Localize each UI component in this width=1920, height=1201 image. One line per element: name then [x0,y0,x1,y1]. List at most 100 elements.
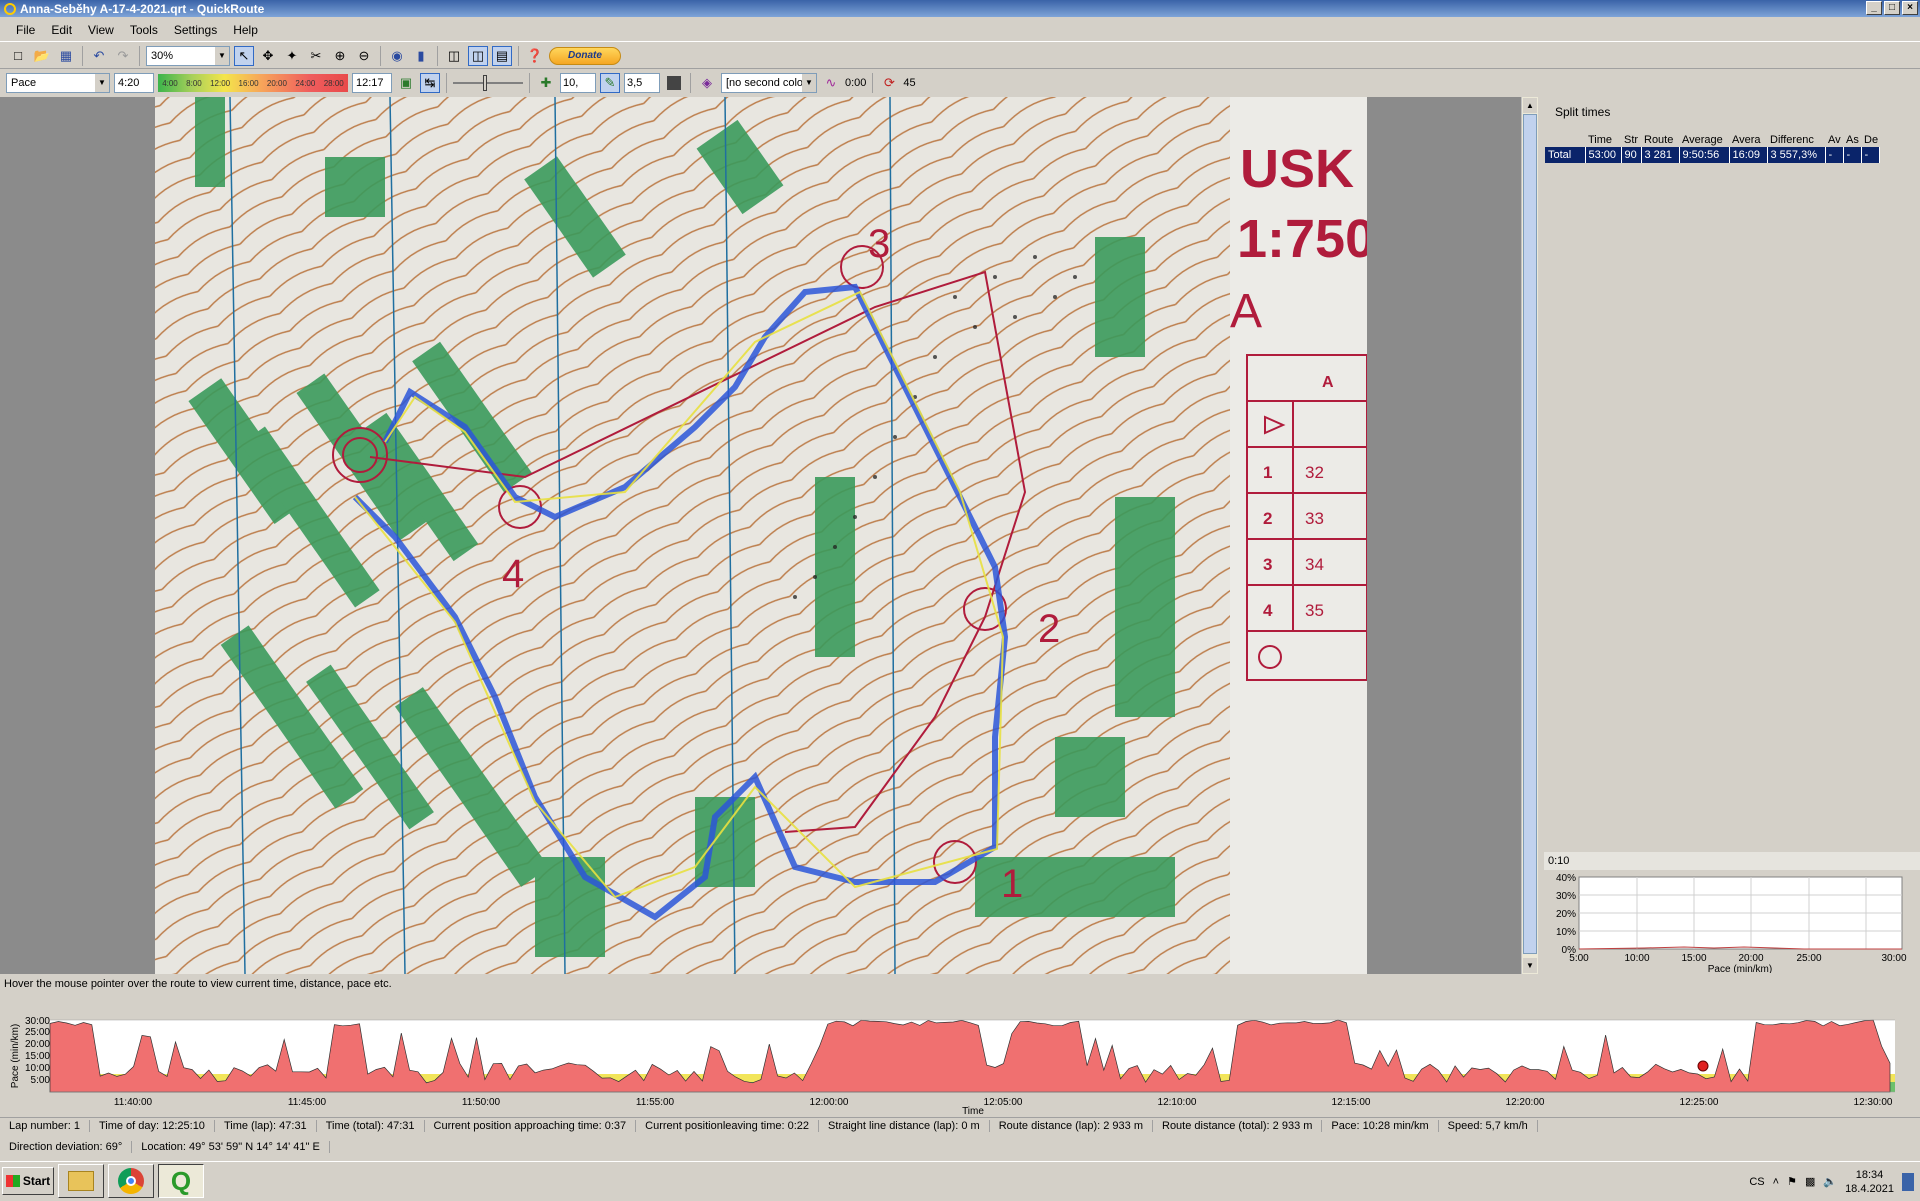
redo-icon[interactable]: ↷ [113,46,133,66]
right-panel: Split times Time Str Route Average Avera… [1540,97,1920,974]
open-icon[interactable]: 📂 [32,46,52,66]
scrollbar-thumb[interactable] [1523,114,1537,954]
layout-icon[interactable]: ◫ [444,46,464,66]
taskbar-explorer[interactable] [58,1164,104,1198]
separator [82,45,83,66]
taskbar-chrome[interactable] [108,1164,154,1198]
menu-view[interactable]: View [80,23,122,37]
scroll-up-icon[interactable]: ▲ [1523,98,1537,113]
chevron-down-icon: ▼ [215,46,229,65]
orienteering-map[interactable]: USK 1:750 A A 1 32 2 33 3 34 4 35 1 2 3 … [155,97,1367,974]
col-header[interactable]: Differenc [1767,133,1825,147]
col-header[interactable]: Average [1679,133,1729,147]
zoom-select[interactable]: 30% ▼ [146,45,230,66]
donate-button[interactable]: Donate [549,46,621,65]
scale-tick: 8:00 [186,78,202,88]
x-tick: 12:25:00 [1680,1097,1719,1108]
menu-edit[interactable]: Edit [43,23,80,37]
distribution-slider[interactable]: 0:10 [1544,852,1920,870]
second-color-icon[interactable]: ◈ [697,73,717,93]
slider-thumb[interactable] [483,75,487,91]
map-vertical-scrollbar[interactable]: ▲ ▼ [1521,97,1538,974]
auto-range-icon[interactable]: ▣ [396,73,416,93]
map-control-label: 1 [1001,862,1023,906]
map-canvas[interactable]: USK 1:750 A A 1 32 2 33 3 34 4 35 1 2 3 … [0,97,1521,974]
x-tick: 12:20:00 [1506,1097,1545,1108]
close-button[interactable]: × [1902,1,1918,15]
status-time-lap: Time (lap): 47:31 [215,1120,317,1132]
line-width-icon[interactable]: ✚ [536,73,556,93]
undo-icon[interactable]: ↶ [89,46,109,66]
smoothing-icon[interactable]: ✎ [600,73,620,93]
col-header[interactable]: Avera [1729,133,1767,147]
clock[interactable]: 18:34 18.4.2021 [1845,1168,1894,1196]
quickroute-icon: Q [170,1165,192,1196]
minimize-button[interactable]: _ [1866,1,1882,15]
network-icon[interactable]: ▩ [1805,1175,1815,1188]
col-header[interactable]: As [1843,133,1861,147]
split-row-label: Total [1545,147,1586,163]
title-bar: Anna-Seběhy A-17-4-2021.qrt - QuickRoute… [0,0,1920,17]
taskbar-quickroute[interactable]: Q [158,1164,204,1198]
col-header[interactable]: De [1861,133,1879,147]
zoom-out-icon[interactable]: ⊖ [354,46,374,66]
x-axis-label: Time [962,1106,984,1114]
distribution-slider-value: 0:10 [1548,855,1570,867]
menu-settings[interactable]: Settings [166,23,225,37]
new-icon[interactable]: □ [8,46,28,66]
zoom-in-icon[interactable]: ⊕ [330,46,350,66]
show-desktop-icon[interactable] [1902,1172,1914,1191]
scroll-down-icon[interactable]: ▼ [1523,958,1537,973]
adjust-route-icon[interactable]: ✦ [282,46,302,66]
folder-icon [68,1171,94,1191]
split-header-row: Time Str Route Average Avera Differenc A… [1545,133,1879,147]
tray-expand-icon[interactable]: ˄ [1773,1176,1779,1188]
x-tick: 12:30:00 [1854,1097,1893,1108]
fit-range-icon[interactable]: ↹ [420,73,440,93]
x-tick: 30:00 [1881,953,1906,964]
menu-help[interactable]: Help [225,23,266,37]
line-width-spinner[interactable]: 10, [560,73,596,93]
status-approaching-time: Current position approaching time: 0:37 [425,1120,637,1132]
split-view-icon[interactable]: ◫ [468,45,488,66]
color-coding-select[interactable]: Pace ▼ [6,73,110,93]
route-toolbar: Pace ▼ 4:20 4:00 8:00 12:00 16:00 20:00 2… [0,70,1920,96]
cut-icon[interactable]: ✂ [306,46,326,66]
maximize-button[interactable]: □ [1884,1,1900,15]
lap-histogram-icon[interactable]: ∿ [821,73,841,93]
x-tick: 12:00:00 [810,1097,849,1108]
col-header[interactable]: Route [1641,133,1679,147]
start-button[interactable]: Start [2,1167,54,1195]
transparency-slider[interactable] [453,75,523,91]
map-icon[interactable]: ◉ [387,46,407,66]
ignore-icon[interactable]: ⟳ [879,73,899,93]
pointer-icon[interactable]: ↖ [234,45,254,66]
graph-view-icon[interactable]: ▤ [492,45,512,66]
smoothing-spinner[interactable]: 3,5 [624,73,660,93]
language-indicator[interactable]: CS [1749,1176,1764,1188]
pace-time-graph[interactable]: 30:00 25:00 20:00 15:00 10:00 5:00 Pace … [0,1008,1920,1114]
second-color-select[interactable]: [no second color ▼ [721,73,817,93]
flag-icon[interactable]: ⚑ [1787,1175,1797,1188]
color-box-icon[interactable] [664,73,684,93]
clock-date: 18.4.2021 [1845,1182,1894,1195]
split-row-total[interactable]: Total 53:00 90 3 281 9:50:56 16:09 3 557… [1545,147,1880,163]
range-min-field[interactable]: 4:20 [114,73,154,93]
current-position-marker[interactable] [1697,1060,1709,1072]
range-max-field[interactable]: 12:17 [352,73,392,93]
color-range-scale[interactable]: 4:00 8:00 12:00 16:00 20:00 24:00 28:00 [158,74,348,92]
properties-icon[interactable]: ▮ [411,46,431,66]
col-header[interactable]: Str [1621,133,1641,147]
adjust-icon[interactable]: ✥ [258,46,278,66]
help-icon[interactable]: ❓ [525,46,545,66]
split-cell: 90 [1621,147,1642,163]
menu-tools[interactable]: Tools [122,23,166,37]
pace-distribution-chart: 40% 30% 20% 10% 0% 5:00 10:00 15:00 20:0… [1556,873,1907,973]
save-icon[interactable]: ▦ [56,46,76,66]
status-pace: Pace: 10:28 min/km [1322,1120,1439,1132]
col-header[interactable]: Time [1585,133,1621,147]
menu-file[interactable]: File [8,23,43,37]
scale-tick: 28:00 [323,78,344,88]
col-header[interactable]: Av [1825,133,1843,147]
volume-icon[interactable]: 🔈 [1823,1175,1837,1188]
